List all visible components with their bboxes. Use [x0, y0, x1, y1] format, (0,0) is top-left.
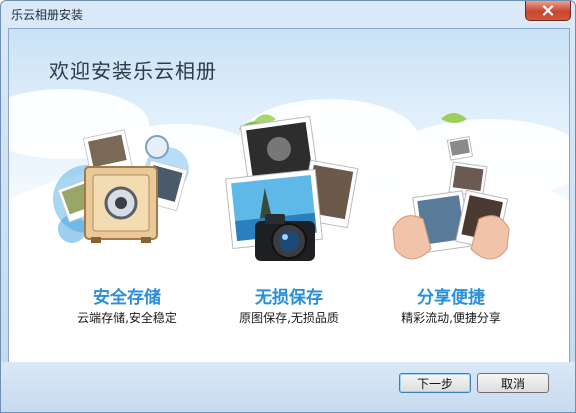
feature-easy-sharing: 分享便捷 精彩流动,便捷分享 — [371, 109, 531, 339]
feature-title: 安全存储 — [93, 288, 161, 308]
close-button[interactable] — [525, 1, 571, 21]
close-icon — [542, 5, 554, 16]
feature-description: 云端存储,安全稳定 — [77, 311, 177, 325]
cancel-button[interactable]: 取消 — [477, 373, 549, 393]
title-bar[interactable]: 乐云相册安装 — [1, 1, 575, 27]
installer-window: 乐云相册安装 欢迎安装乐云相册 欢迎安装乐云相册 安全存储 云端存储,安全稳定 … — [0, 0, 576, 413]
share-photos-icon — [392, 113, 510, 260]
feature-lossless-saving: 无损保存 原图保存,无损品质 — [209, 109, 369, 339]
window-title: 乐云相册安装 — [11, 8, 84, 22]
feature-description: 原图保存,无损品质 — [239, 311, 339, 325]
feature-description: 精彩流动,便捷分享 — [401, 311, 501, 325]
safe-icon — [53, 129, 189, 243]
welcome-panel: 欢迎安装乐云相册 欢迎安装乐云相册 安全存储 云端存储,安全稳定 无损保存 原图… — [8, 28, 570, 363]
feature-secure-storage: 安全存储 云端存储,安全稳定 — [47, 109, 207, 339]
feature-title: 分享便捷 — [417, 288, 485, 308]
camera-icon — [225, 114, 359, 261]
button-bar: 下一步 取消 — [1, 362, 575, 412]
next-button[interactable]: 下一步 — [399, 373, 471, 393]
feature-title: 无损保存 — [255, 288, 323, 308]
welcome-heading-reflection: 欢迎安装乐云相册 — [49, 62, 217, 77]
